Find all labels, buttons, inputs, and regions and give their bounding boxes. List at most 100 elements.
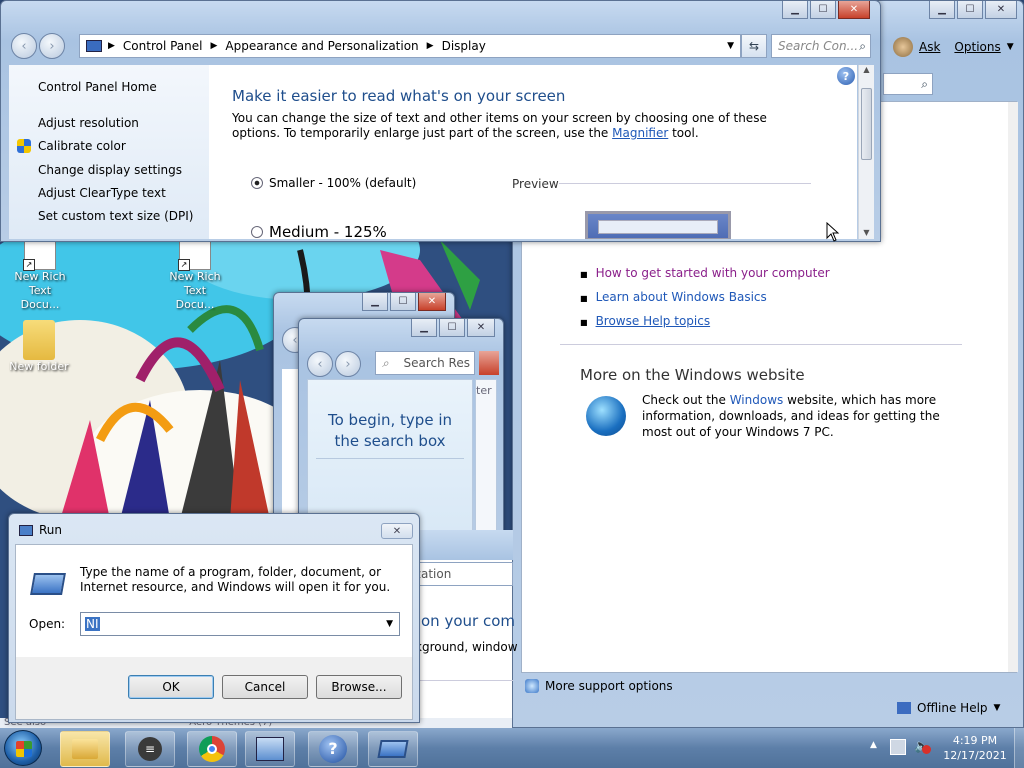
help-links-list: ■ How to get started with your computer ■… — [580, 262, 830, 334]
sidebar-item-adjust-cleartype[interactable]: Adjust ClearType text — [38, 186, 166, 200]
taskbar-messaging[interactable]: ≡ — [125, 731, 175, 767]
refresh-button[interactable]: ⇆ — [741, 34, 767, 58]
close-button[interactable]: ✕ — [985, 1, 1017, 19]
breadcrumb-display[interactable]: Display — [442, 39, 486, 53]
help-link-get-started[interactable]: ■ How to get started with your computer — [580, 262, 830, 286]
back-button[interactable]: ‹ — [307, 351, 333, 377]
help-search-box[interactable]: ⌕ — [883, 73, 933, 95]
close-button[interactable]: ✕ — [381, 523, 413, 539]
ask-icon — [893, 37, 913, 57]
show-hidden-icons[interactable]: ▲ — [870, 740, 877, 750]
option-smaller[interactable]: Smaller - 100% (default) — [251, 176, 416, 190]
option-medium[interactable]: Medium - 125% — [251, 223, 387, 239]
network-icon[interactable] — [890, 739, 906, 755]
chevron-down-icon[interactable]: ▼ — [386, 619, 393, 629]
control-panel-icon — [86, 40, 102, 52]
search-input[interactable]: ⌕ Search Res — [375, 351, 475, 375]
sidebar-item-change-display-settings[interactable]: Change display settings — [38, 163, 182, 177]
breadcrumb-control-panel[interactable]: Control Panel — [123, 39, 203, 53]
taskbar-chrome[interactable] — [187, 731, 237, 767]
close-button[interactable]: ✕ — [418, 293, 446, 311]
search-message: To begin, type in the search box — [328, 411, 452, 450]
maximize-button[interactable]: ☐ — [957, 1, 983, 19]
chevron-down-icon: ▼ — [1006, 42, 1014, 52]
help-link-browse-topics[interactable]: ■ Browse Help topics — [580, 310, 830, 334]
sidebar-control-panel-home[interactable]: Control Panel Home — [38, 80, 157, 94]
radio-selected-icon[interactable] — [251, 177, 263, 189]
shield-icon — [17, 139, 31, 153]
magnifier-link[interactable]: Magnifier — [612, 126, 668, 140]
open-input-value[interactable]: NI — [85, 617, 100, 631]
content-scrollbar[interactable]: ▲ ▼ — [858, 65, 874, 239]
close-strip — [479, 351, 499, 375]
browse-button[interactable]: Browse... — [316, 675, 402, 699]
control-panel-icon — [256, 737, 284, 761]
display-control-panel-window: ▁ ☐ ✕ ‹ › ▶ Control Panel ▶ Appearance a… — [0, 0, 881, 242]
preview-image — [585, 211, 731, 239]
open-combobox[interactable]: NI ▼ — [80, 612, 400, 636]
breadcrumb-appearance[interactable]: Appearance and Personalization — [225, 39, 418, 53]
taskbar-run[interactable] — [368, 731, 418, 767]
taskbar: ≡ ? ▲ 🔈 4:19 PM 12/17/2021 — [0, 728, 1024, 768]
offline-icon — [897, 702, 911, 714]
show-desktop-button[interactable] — [1014, 728, 1024, 768]
sidebar-item-adjust-resolution[interactable]: Adjust resolution — [38, 116, 139, 130]
radio-icon[interactable] — [251, 226, 263, 238]
minimize-button[interactable]: ▁ — [929, 1, 955, 19]
close-button[interactable]: ✕ — [467, 319, 495, 337]
help-icon[interactable]: ? — [837, 67, 855, 85]
system-clock[interactable]: 4:19 PM 12/17/2021 — [940, 733, 1010, 763]
taskbar-help[interactable]: ? — [308, 731, 358, 767]
taskbar-explorer[interactable] — [60, 731, 110, 767]
run-body: Type the name of a program, folder, docu… — [15, 544, 413, 720]
maximize-button[interactable]: ☐ — [390, 293, 416, 311]
chrome-icon — [199, 736, 225, 762]
search-icon: ⌕ — [859, 38, 866, 53]
minimize-button[interactable]: ▁ — [411, 319, 437, 337]
minimize-button[interactable]: ▁ — [362, 293, 388, 311]
windows-website-link[interactable]: Windows — [730, 393, 784, 407]
more-support-options[interactable]: More support options — [525, 679, 673, 693]
desktop-icon-rtf-2[interactable]: ↗ New Rich Text Docu... — [163, 240, 227, 312]
display-content-pane: Make it easier to read what's on your sc… — [209, 65, 857, 239]
cancel-button[interactable]: Cancel — [222, 675, 308, 699]
divider — [560, 344, 962, 345]
sidebar-item-calibrate-color[interactable]: Calibrate color — [38, 139, 126, 153]
minimize-button[interactable]: ▁ — [782, 1, 808, 19]
clock-time: 4:19 PM — [952, 734, 998, 747]
search-icon: ⌕ — [921, 76, 928, 91]
maximize-button[interactable]: ☐ — [439, 319, 465, 337]
chevron-down-icon[interactable]: ▼ — [727, 41, 734, 51]
help-toolbar: Ask Options ▼ — [893, 37, 1014, 57]
sidebar: Control Panel Home Adjust resolution Cal… — [9, 65, 209, 239]
sidebar-item-custom-text-size[interactable]: Set custom text size (DPI) — [38, 209, 193, 223]
back-button[interactable]: ‹ — [11, 33, 37, 59]
desktop-icon-new-folder[interactable]: New folder — [6, 320, 72, 374]
offline-help-button[interactable]: Offline Help ▼ — [897, 701, 1000, 715]
help-link-windows-basics[interactable]: ■ Learn about Windows Basics — [580, 286, 830, 310]
divider — [559, 183, 811, 184]
run-dialog: Run ✕ Type the name of a program, folder… — [8, 513, 420, 723]
search-input[interactable]: Search Con... ⌕ — [771, 34, 871, 58]
options-button[interactable]: Options — [954, 40, 1000, 54]
chat-icon: ≡ — [138, 737, 162, 761]
help-scrollbar[interactable] — [1008, 102, 1018, 672]
personalization-heading: on your com — [421, 612, 515, 630]
ask-button[interactable]: Ask — [919, 40, 940, 54]
support-icon — [525, 679, 539, 693]
run-icon — [19, 524, 33, 536]
run-program-icon — [30, 573, 66, 595]
document-icon: ↗ — [23, 240, 56, 271]
volume-muted-icon[interactable]: 🔈 — [914, 739, 931, 755]
taskbar-control-panel[interactable] — [245, 731, 295, 767]
close-button[interactable]: ✕ — [838, 1, 870, 19]
maximize-button[interactable]: ☐ — [810, 1, 836, 19]
ok-button[interactable]: OK — [128, 675, 214, 699]
run-titlebar: Run — [19, 523, 62, 537]
desktop-icon-rtf-1[interactable]: ↗ New Rich Text Docu... — [8, 240, 72, 312]
forward-button[interactable]: › — [39, 33, 65, 59]
forward-button[interactable]: › — [335, 351, 361, 377]
icon-label-line2: Text Docu... — [20, 284, 60, 311]
address-bar[interactable]: ▶ Control Panel ▶ Appearance and Persona… — [79, 34, 741, 58]
start-button[interactable] — [4, 730, 42, 766]
